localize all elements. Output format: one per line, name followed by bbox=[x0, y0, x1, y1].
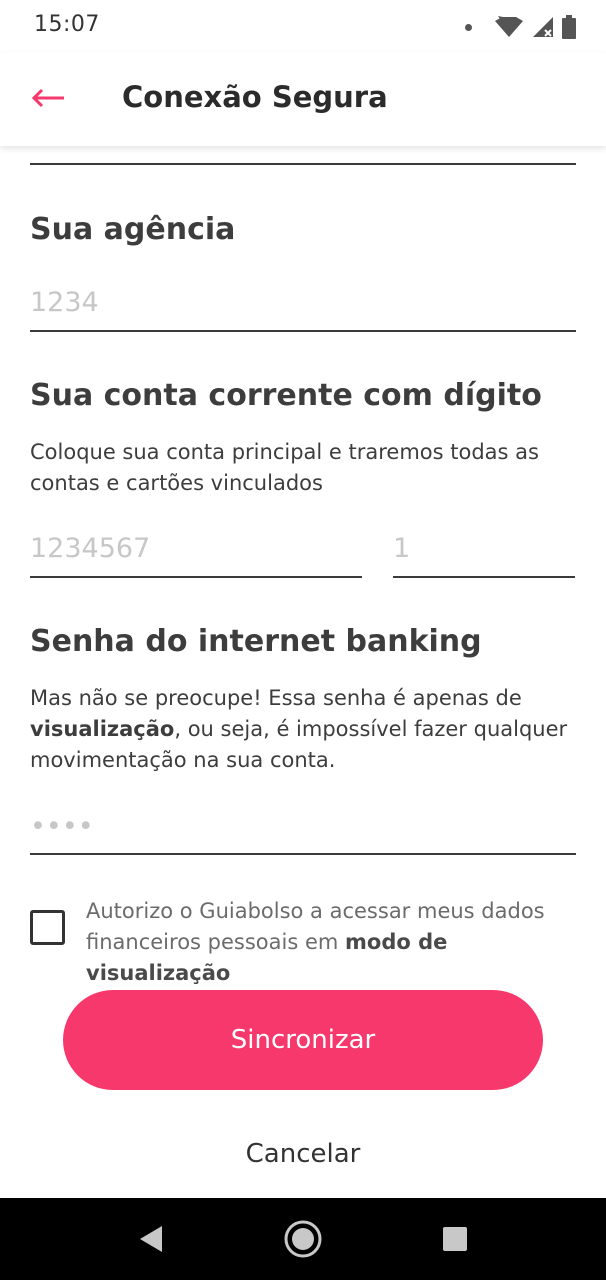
password-description-bold: visualização bbox=[30, 717, 175, 741]
agency-underline bbox=[30, 330, 576, 332]
nav-home-button[interactable] bbox=[282, 1218, 324, 1260]
password-label: Senha do internet banking bbox=[30, 624, 482, 659]
notification-dot-icon bbox=[465, 23, 472, 31]
account-number-input[interactable] bbox=[30, 528, 362, 568]
account-digit-input[interactable] bbox=[393, 528, 575, 568]
agency-label: Sua agência bbox=[30, 212, 236, 247]
previous-field-underline bbox=[30, 163, 576, 165]
password-underline bbox=[30, 853, 576, 855]
wifi-icon bbox=[495, 16, 523, 37]
sync-button[interactable]: Sincronizar bbox=[63, 990, 543, 1090]
triangle-back-icon bbox=[140, 1226, 162, 1252]
square-recents-icon bbox=[443, 1227, 467, 1251]
account-digit-underline bbox=[393, 576, 575, 578]
account-label: Sua conta corrente com dígito bbox=[30, 378, 542, 413]
consent-text: Autorizo o Guiabolso a acessar meus dado… bbox=[86, 896, 586, 989]
form-content: Sua agência Sua conta corrente com dígit… bbox=[0, 146, 606, 1198]
cancel-button[interactable]: Cancelar bbox=[203, 1126, 403, 1182]
password-description-text: Mas não se preocupe! Essa senha é apenas… bbox=[30, 686, 522, 710]
consent-checkbox[interactable] bbox=[30, 910, 65, 945]
page-title: Conexão Segura bbox=[122, 80, 388, 114]
arrow-left-icon bbox=[31, 88, 64, 108]
back-button[interactable] bbox=[24, 74, 72, 122]
system-nav-bar bbox=[0, 1198, 606, 1280]
app-bar: Conexão Segura bbox=[0, 52, 606, 146]
battery-icon bbox=[562, 15, 576, 39]
agency-input[interactable] bbox=[30, 282, 576, 322]
status-icons bbox=[465, 14, 576, 40]
password-description: Mas não se preocupe! Essa senha é apenas… bbox=[30, 683, 576, 776]
account-description: Coloque sua conta principal e traremos t… bbox=[30, 440, 539, 495]
circle-home-icon bbox=[284, 1220, 322, 1258]
account-number-underline bbox=[30, 576, 362, 578]
nav-back-button[interactable] bbox=[130, 1218, 172, 1260]
cell-signal-icon bbox=[533, 17, 553, 37]
consent-text-part: Autorizo o Guiabolso a acessar meus dado… bbox=[86, 899, 545, 954]
nav-recents-button[interactable] bbox=[434, 1218, 476, 1260]
status-time: 15:07 bbox=[34, 12, 100, 37]
status-bar: 15:07 bbox=[0, 0, 606, 52]
password-input[interactable] bbox=[30, 806, 576, 846]
